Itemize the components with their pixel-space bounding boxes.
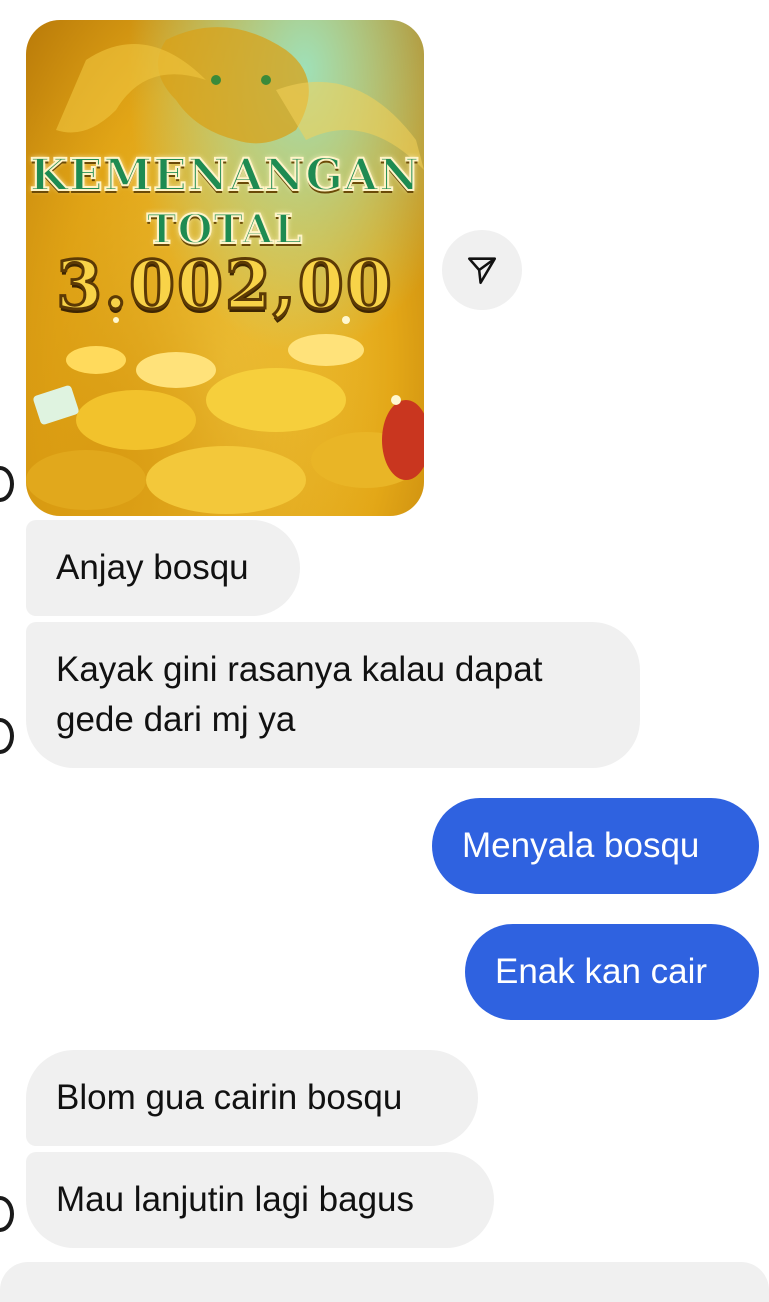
share-button[interactable] (442, 230, 522, 310)
message-text: Menyala bosqu (462, 826, 700, 865)
message-text: Blom gua cairin bosqu (56, 1078, 403, 1117)
send-icon (467, 257, 497, 285)
incoming-message[interactable]: Mau lanjutin lagi bagus (26, 1152, 494, 1248)
avatar[interactable] (0, 1196, 14, 1232)
message-text: Anjay bosqu (56, 548, 249, 587)
avatar[interactable] (0, 718, 14, 754)
message-composer[interactable] (0, 1262, 769, 1302)
message-text: Mau lanjutin lagi bagus (56, 1180, 415, 1219)
incoming-message[interactable]: Anjay bosqu (26, 520, 300, 616)
incoming-message[interactable]: Kayak gini rasanya kalau dapat gede dari… (26, 622, 640, 768)
outgoing-message[interactable]: Menyala bosqu (432, 798, 759, 894)
win-amount: 3.002,00 (55, 245, 394, 326)
message-text: Enak kan cair (495, 952, 708, 991)
outgoing-message[interactable]: Enak kan cair (465, 924, 759, 1020)
incoming-message[interactable]: Blom gua cairin bosqu (26, 1050, 478, 1146)
win-title: KEMENANGAN (29, 149, 421, 202)
image-message[interactable]: KEMENANGAN TOTAL 3.002,00 (26, 20, 424, 516)
message-text: Kayak gini rasanya kalau dapat gede dari… (56, 650, 543, 739)
avatar[interactable] (0, 466, 14, 502)
